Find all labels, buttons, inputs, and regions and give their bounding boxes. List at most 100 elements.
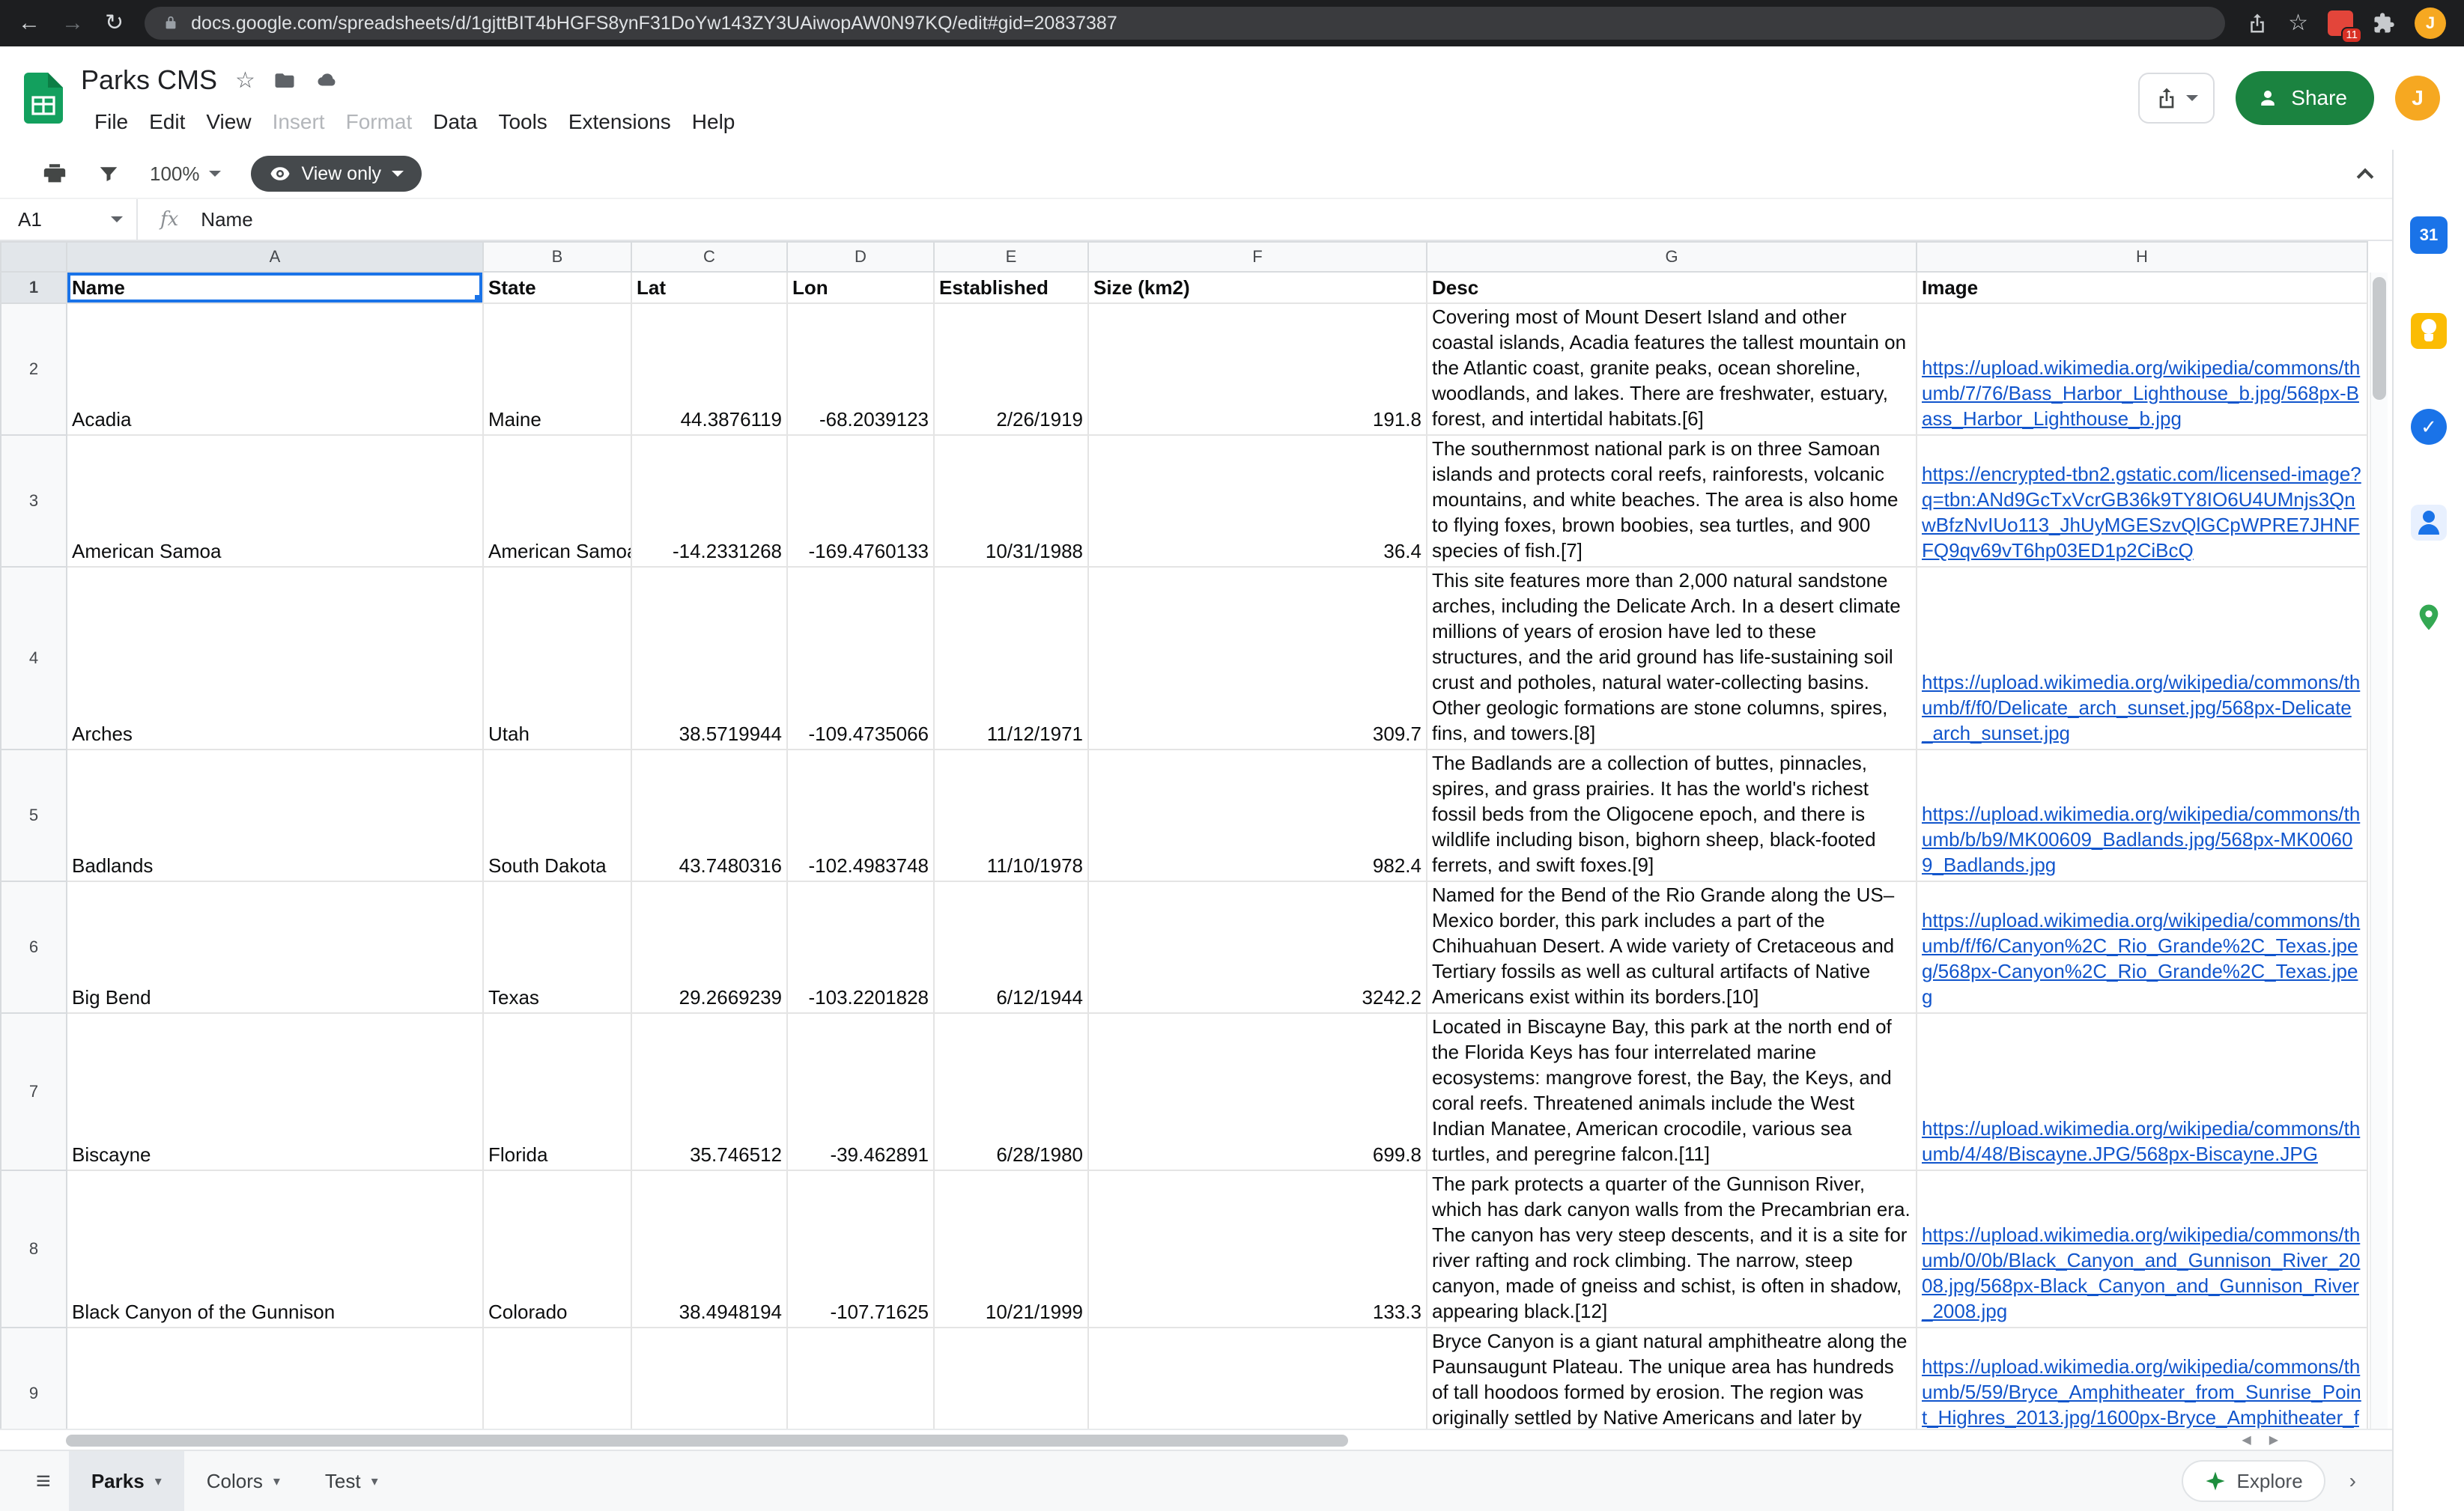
row-number[interactable]: 3 <box>1 435 67 567</box>
row-number[interactable]: 7 <box>1 1013 67 1170</box>
row-number[interactable]: 9 <box>1 1328 67 1429</box>
menu-file[interactable]: File <box>84 106 139 139</box>
cell-lat[interactable]: 37.6215335 <box>631 1328 787 1429</box>
cell-size[interactable]: 699.8 <box>1088 1013 1427 1170</box>
cell-established[interactable]: 2/26/1919 <box>934 303 1088 435</box>
scroll-right-icon[interactable]: ▶ <box>2269 1430 2278 1451</box>
image-url-link[interactable]: https://upload.wikimedia.org/wikipedia/c… <box>1922 1223 2360 1322</box>
cell-name[interactable]: Arches <box>67 567 483 750</box>
cell-lon[interactable]: -112.1549442 <box>787 1328 934 1429</box>
vertical-scrollbar-thumb[interactable] <box>2373 277 2386 400</box>
column-header-b[interactable]: B <box>483 242 631 272</box>
row-number[interactable]: 2 <box>1 303 67 435</box>
cell-state[interactable]: Texas <box>483 881 631 1013</box>
sheets-logo-icon[interactable] <box>24 73 63 124</box>
print-icon[interactable] <box>42 161 67 186</box>
zoom-control[interactable]: 100% <box>150 162 221 186</box>
maps-icon[interactable] <box>2409 599 2448 638</box>
column-header-g[interactable]: G <box>1427 242 1917 272</box>
cell-established[interactable]: 10/21/1999 <box>934 1170 1088 1328</box>
scroll-left-icon[interactable]: ◀ <box>2242 1430 2251 1451</box>
sheet-tab-parks[interactable]: Parks ▾ <box>69 1451 184 1511</box>
extension-icon[interactable]: 11 <box>2328 10 2353 36</box>
all-sheets-icon[interactable]: ≡ <box>18 1467 69 1496</box>
cell-name[interactable]: Black Canyon of the Gunnison <box>67 1170 483 1328</box>
cell-state[interactable]: Colorado <box>483 1170 631 1328</box>
image-url-link[interactable]: https://upload.wikimedia.org/wikipedia/c… <box>1922 1355 2361 1429</box>
menu-extensions[interactable]: Extensions <box>558 106 682 139</box>
cell-state[interactable]: Florida <box>483 1013 631 1170</box>
cell-lat[interactable]: 29.2669239 <box>631 881 787 1013</box>
sheet-tab-colors[interactable]: Colors ▾ <box>184 1451 303 1511</box>
column-header-e[interactable]: E <box>934 242 1088 272</box>
cell-desc[interactable]: Bryce Canyon is a giant natural amphithe… <box>1427 1328 1917 1429</box>
cell-lon[interactable]: -109.4735066 <box>787 567 934 750</box>
cell-desc[interactable]: This site features more than 2,000 natur… <box>1427 567 1917 750</box>
cell-lat[interactable]: 38.5719944 <box>631 567 787 750</box>
image-url-link[interactable]: https://upload.wikimedia.org/wikipedia/c… <box>1922 1117 2360 1165</box>
cell-lon[interactable]: -68.2039123 <box>787 303 934 435</box>
cell-established[interactable]: 2/25/1928 <box>934 1328 1088 1429</box>
cell-size[interactable]: 191.8 <box>1088 303 1427 435</box>
cell-size[interactable]: 145 <box>1088 1328 1427 1429</box>
cell-desc[interactable]: The southernmost national park is on thr… <box>1427 435 1917 567</box>
url-bar[interactable]: docs.google.com/spreadsheets/d/1gjttBIT4… <box>145 7 2225 40</box>
menu-data[interactable]: Data <box>422 106 488 139</box>
column-header-f[interactable]: F <box>1088 242 1427 272</box>
calendar-icon[interactable]: 31 <box>2409 216 2448 255</box>
cell-d1[interactable]: Lon <box>787 272 934 303</box>
cell-state[interactable]: Maine <box>483 303 631 435</box>
column-header-a[interactable]: A <box>67 242 483 272</box>
cell-established[interactable]: 11/12/1971 <box>934 567 1088 750</box>
cell-g1[interactable]: Desc <box>1427 272 1917 303</box>
cell-size[interactable]: 36.4 <box>1088 435 1427 567</box>
cell-size[interactable]: 3242.2 <box>1088 881 1427 1013</box>
cell-desc[interactable]: Located in Biscayne Bay, this park at th… <box>1427 1013 1917 1170</box>
cell-state[interactable]: Utah <box>483 567 631 750</box>
sheet-tab-test[interactable]: Test ▾ <box>303 1451 401 1511</box>
cell-lon[interactable]: -107.71625 <box>787 1170 934 1328</box>
cell-desc[interactable]: Covering most of Mount Desert Island and… <box>1427 303 1917 435</box>
column-header-h[interactable]: H <box>1917 242 2367 272</box>
share-button[interactable]: Share <box>2236 71 2374 125</box>
cell-lat[interactable]: 38.4948194 <box>631 1170 787 1328</box>
cell-lon[interactable]: -102.4983748 <box>787 750 934 881</box>
column-header-c[interactable]: C <box>631 242 787 272</box>
document-title[interactable]: Parks CMS <box>81 64 217 96</box>
cell-name[interactable]: Badlands <box>67 750 483 881</box>
menu-help[interactable]: Help <box>682 106 746 139</box>
select-all-corner[interactable] <box>1 242 67 272</box>
cloud-saved-icon[interactable] <box>314 69 339 91</box>
account-avatar[interactable]: J <box>2395 76 2440 121</box>
cell-desc[interactable]: The Badlands are a collection of buttes,… <box>1427 750 1917 881</box>
back-icon[interactable]: ← <box>18 12 40 34</box>
browser-profile-avatar[interactable]: J <box>2415 7 2446 39</box>
view-only-button[interactable]: View only <box>251 156 422 192</box>
row-number[interactable]: 6 <box>1 881 67 1013</box>
cell-desc[interactable]: The park protects a quarter of the Gunni… <box>1427 1170 1917 1328</box>
cell-size[interactable]: 982.4 <box>1088 750 1427 881</box>
cell-e1[interactable]: Established <box>934 272 1088 303</box>
cell-name[interactable]: American Samoa <box>67 435 483 567</box>
menu-tools[interactable]: Tools <box>488 106 557 139</box>
menu-insert[interactable]: Insert <box>262 106 336 139</box>
cell-state[interactable]: South Dakota <box>483 750 631 881</box>
cell-state[interactable]: American Samoa <box>483 435 631 567</box>
cell-established[interactable]: 11/10/1978 <box>934 750 1088 881</box>
cell-a1-selected[interactable]: Name <box>67 272 483 303</box>
move-to-drive-icon[interactable] <box>273 69 296 91</box>
extensions-puzzle-icon[interactable] <box>2373 12 2395 34</box>
cell-name[interactable]: Biscayne <box>67 1013 483 1170</box>
share-export-button[interactable] <box>2138 73 2215 124</box>
expand-panel-icon[interactable]: › <box>2325 1469 2380 1493</box>
reload-icon[interactable]: ↻ <box>105 12 124 34</box>
row-number[interactable]: 8 <box>1 1170 67 1328</box>
column-header-d[interactable]: D <box>787 242 934 272</box>
cell-lat[interactable]: 43.7480316 <box>631 750 787 881</box>
cell-established[interactable]: 6/28/1980 <box>934 1013 1088 1170</box>
cell-h1[interactable]: Image <box>1917 272 2367 303</box>
horizontal-scrollbar-thumb[interactable] <box>66 1435 1348 1447</box>
cell-established[interactable]: 6/12/1944 <box>934 881 1088 1013</box>
cell-size[interactable]: 309.7 <box>1088 567 1427 750</box>
explore-button[interactable]: Explore <box>2182 1460 2325 1502</box>
